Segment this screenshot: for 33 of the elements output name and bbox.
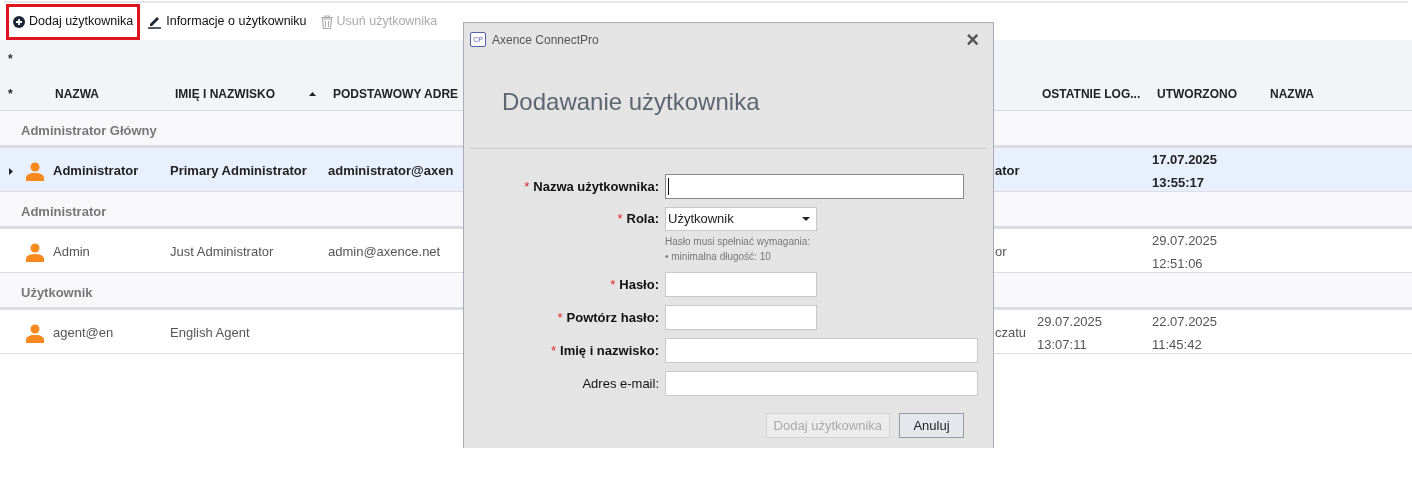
created-cell-text: 29.07.2025 12:51:06 (1152, 232, 1219, 273)
field-label: Nazwa użytkownika: (533, 177, 659, 196)
created-cell-text: 22.07.2025 11:45:42 (1152, 313, 1219, 354)
table-cell-text: agent@en (53, 324, 114, 343)
field-label: Adres e-mail: (582, 374, 659, 393)
table-cell-text: Primary Administrator (170, 162, 307, 181)
required-mark: * (524, 177, 530, 196)
group-header: Użytkownik (21, 283, 93, 302)
created-cell-text: 17.07.2025 13:55:17 (1152, 151, 1219, 192)
required-mark: * (550, 341, 556, 360)
last-login-cell-text: 29.07.2025 13:07:11 (1037, 313, 1104, 354)
table-cell-text: or (995, 243, 1007, 262)
field-label: Imię i nazwisko: (560, 341, 659, 360)
password-requirements: Hasło musi spełniać wymagania: • minimalna długość: 10 (665, 235, 811, 264)
table-cell-text: Administrator (53, 162, 139, 181)
table-cell-text: Just Administrator (170, 243, 274, 262)
table-cell-text: czatu (995, 324, 1027, 343)
required-mark: * (557, 308, 563, 327)
table-cell-text: administrator@axen (328, 162, 454, 181)
field-label: Hasło: (619, 275, 659, 294)
table-cell-text: Admin (53, 243, 90, 262)
field-label: Powtórz hasło: (566, 308, 659, 327)
table-cell-text: ator (995, 162, 1020, 181)
filter-marker: * (8, 51, 13, 68)
group-header: Administrator (21, 202, 107, 221)
table-cell-text: admin@axence.net (328, 243, 441, 262)
required-mark: * (617, 210, 623, 229)
field-label: Rola: (626, 210, 659, 229)
required-mark: * (610, 275, 616, 294)
group-header: Administrator Główny (21, 121, 157, 140)
dialog-heading: Dodawanie użytkownika (502, 87, 760, 117)
dialog-title: Axence ConnectPro (492, 31, 600, 49)
table-cell-text: English Agent (170, 324, 250, 343)
